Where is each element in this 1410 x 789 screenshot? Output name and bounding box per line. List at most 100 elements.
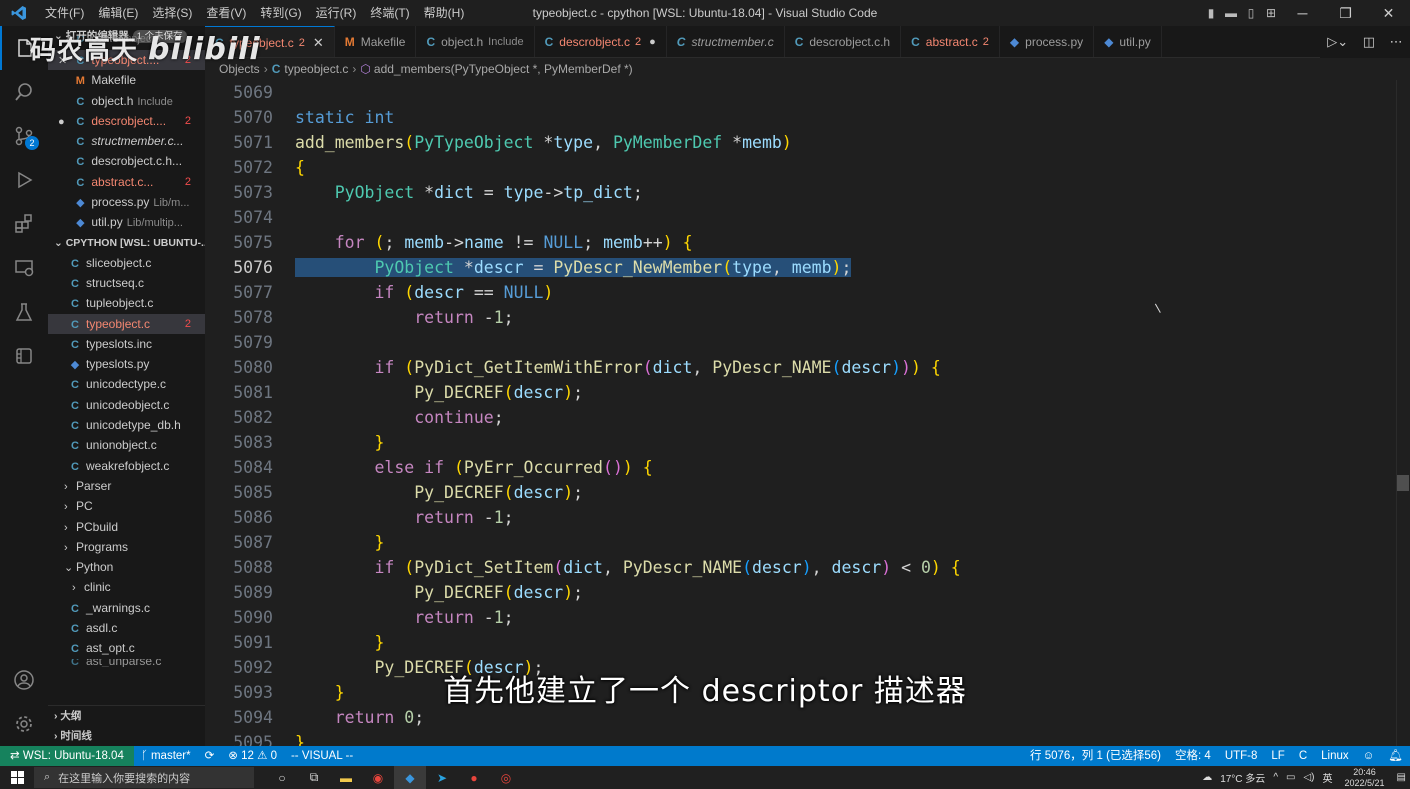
folder-item[interactable]: › clinic (48, 577, 205, 597)
code-line[interactable]: } (295, 630, 1410, 655)
cursor-position[interactable]: 行 5076，列 1 (已选择56) (1023, 746, 1168, 766)
editor-tab[interactable]: Cdescrobject.c 2 ● (535, 26, 667, 57)
sync-icon[interactable]: ⟳ (198, 746, 222, 766)
code-line[interactable]: return 0; (295, 705, 1410, 730)
open-editor-item[interactable]: ◆ util.py Lib/multip... (48, 212, 205, 232)
file-tree-item[interactable]: Csliceobject.c (48, 253, 205, 273)
extensions-icon[interactable] (0, 202, 48, 246)
sidebar-section-header[interactable]: › 时间线 (48, 726, 205, 746)
code-editor[interactable]: 5069 5070 5071 5072 5073 5074 5075 5076 5077 5078… (205, 80, 1410, 746)
open-editor-item[interactable]: Ccall.c Objects (48, 36, 205, 50)
customize-layout-icon[interactable]: ⊞ (1261, 0, 1281, 26)
git-branch[interactable]: ᚴ master* (134, 746, 198, 766)
close-icon[interactable]: ✕ (58, 51, 70, 70)
editor-tab[interactable]: ◆ process.py (1000, 26, 1095, 57)
volume-icon[interactable]: ◁) (1299, 772, 1318, 783)
encoding[interactable]: UTF-8 (1218, 746, 1265, 766)
code-line[interactable]: Py_DECREF(descr); (295, 480, 1410, 505)
manage-gear-icon[interactable] (0, 702, 48, 746)
task-view-icon[interactable]: ⧉ (298, 766, 330, 789)
telegram-icon[interactable]: ➤ (426, 766, 458, 789)
accounts-icon[interactable] (0, 658, 48, 702)
indentation[interactable]: 空格: 4 (1168, 746, 1218, 766)
editor-tab[interactable]: Cdescrobject.c.h (785, 26, 902, 57)
taskbar-search[interactable]: ⌕ 在这里输入你要搜索的内容 (34, 767, 254, 788)
code-line[interactable]: } (295, 680, 1410, 705)
run-icon[interactable]: ▷⌄ (1327, 34, 1348, 50)
search-icon[interactable] (0, 70, 48, 114)
run-debug-icon[interactable] (0, 158, 48, 202)
feedback-icon[interactable]: ☺ (1356, 746, 1382, 766)
code-line[interactable]: static int (295, 105, 1410, 130)
file-tree-item[interactable]: Cweakrefobject.c (48, 456, 205, 476)
ime-indicator[interactable]: 英 (1319, 770, 1337, 785)
code-line[interactable]: Py_DECREF(descr); (295, 655, 1410, 680)
source-control-icon[interactable]: 2 (0, 114, 48, 158)
code-line[interactable] (295, 80, 1410, 105)
menu-item[interactable]: 选择(S) (145, 0, 199, 26)
menu-item[interactable]: 帮助(H) (417, 0, 472, 26)
menu-item[interactable]: 查看(V) (199, 0, 253, 26)
testing-icon[interactable] (0, 290, 48, 334)
open-editor-item[interactable]: M Makefile (48, 70, 205, 90)
remote-indicator[interactable]: ⇄ WSL: Ubuntu-18.04 (0, 746, 134, 766)
docker-icon[interactable] (0, 334, 48, 378)
app-red-icon[interactable]: ● (458, 766, 490, 789)
menu-item[interactable]: 文件(F) (38, 0, 91, 26)
toggle-primary-sidebar-icon[interactable]: ▮ (1201, 0, 1221, 26)
split-editor-icon[interactable]: ◫ (1363, 34, 1375, 50)
workspace-header[interactable]: ⌄ CPYTHON [WSL: UBUNTU-... (48, 233, 205, 253)
notification-center-icon[interactable]: ▤ (1393, 772, 1410, 783)
app-recorder-icon[interactable]: ◎ (490, 766, 522, 789)
folder-item[interactable]: › Programs (48, 537, 205, 557)
folder-item[interactable]: › PC (48, 496, 205, 516)
file-tree-item[interactable]: Cunicodeobject.c (48, 395, 205, 415)
open-editor-item[interactable]: Cdescrobject.c.h... (48, 151, 205, 171)
folder-item[interactable]: › PCbuild (48, 517, 205, 537)
file-tree-item[interactable]: Cunionobject.c (48, 435, 205, 455)
code-line[interactable]: Py_DECREF(descr); (295, 580, 1410, 605)
menu-item[interactable]: 编辑(E) (91, 0, 145, 26)
code-line[interactable] (295, 205, 1410, 230)
code-line[interactable]: Py_DECREF(descr); (295, 380, 1410, 405)
network-icon[interactable]: ▭ (1282, 772, 1299, 783)
editor-tab[interactable]: Cabstract.c 2 (901, 26, 1000, 57)
menu-item[interactable]: 运行(R) (309, 0, 364, 26)
code-line[interactable]: } (295, 430, 1410, 455)
open-editor-item[interactable]: ◆ process.py Lib/m... (48, 192, 205, 212)
open-editor-item[interactable]: Cobject.h Include (48, 91, 205, 111)
menu-item[interactable]: 转到(G) (253, 0, 308, 26)
clock[interactable]: 20:46 2022/5/21 (1337, 767, 1393, 789)
code-line[interactable]: if (descr == NULL) (295, 280, 1410, 305)
folder-item[interactable]: › Parser (48, 476, 205, 496)
sidebar-section-header[interactable]: › 大纲 (48, 706, 205, 726)
weather-text[interactable]: 17°C 多云 (1216, 770, 1269, 785)
language-mode[interactable]: C (1292, 746, 1314, 766)
file-tree-item[interactable]: ◆ typeslots.py (48, 354, 205, 374)
end-of-line[interactable]: LF (1264, 746, 1291, 766)
code-line[interactable] (295, 330, 1410, 355)
tray-chevron-icon[interactable]: ^ (1269, 772, 1282, 783)
code-line[interactable]: if (PyDict_SetItem(dict, PyDescr_NAME(de… (295, 555, 1410, 580)
close-window-button[interactable]: ✕ (1367, 0, 1410, 26)
cortana-icon[interactable]: ○ (266, 766, 298, 789)
file-tree-item[interactable]: Casdl.c (48, 618, 205, 638)
file-tree-item[interactable]: Ctypeslots.inc (48, 334, 205, 354)
editor-tab[interactable]: ◆ util.py (1094, 26, 1162, 57)
code-line[interactable]: PyObject *dict = type->tp_dict; (295, 180, 1410, 205)
menu-item[interactable]: 终端(T) (363, 0, 416, 26)
code-line[interactable]: return -1; (295, 505, 1410, 530)
open-editor-item[interactable]: Cabstract.c... 2 (48, 172, 205, 192)
notifications-bell-icon[interactable]: 🔔︎ (1381, 746, 1410, 766)
editor-tab[interactable]: Cstructmember.c (667, 26, 785, 57)
more-actions-icon[interactable]: ⋯ (1390, 34, 1403, 50)
code-line[interactable]: else if (PyErr_Occurred()) { (295, 455, 1410, 480)
code-line[interactable]: return -1; (295, 605, 1410, 630)
file-tree-item[interactable]: C _warnings.c (48, 598, 205, 618)
file-tree-item[interactable]: Ctypeobject.c 2 (48, 313, 205, 334)
toggle-secondary-sidebar-icon[interactable]: ▯ (1241, 0, 1261, 26)
problems-indicator[interactable]: ⊗ 12 ⚠ 0 (221, 746, 284, 766)
code-line[interactable]: } (295, 730, 1410, 746)
minimize-button[interactable]: ─ (1281, 0, 1324, 26)
file-tree-item[interactable]: Ctupleobject.c (48, 293, 205, 313)
